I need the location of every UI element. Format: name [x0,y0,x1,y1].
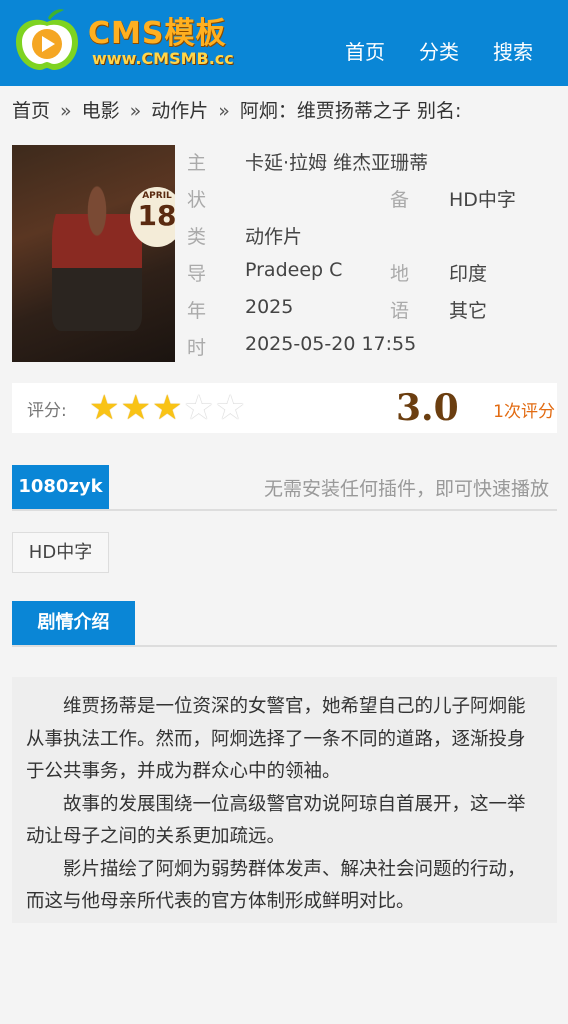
plot-heading: 剧情介绍 [12,601,135,645]
nav-search[interactable]: 搜索 [493,36,533,65]
detail-region: 印度 [449,263,488,285]
detail-year: 2025 [245,296,294,318]
detail-director: Pradeep C [245,259,343,281]
detail-lang-key: 语 [390,300,410,322]
plot-text: 维贾扬蒂是一位资深的女警官，她希望自己的儿子阿炯能从事执法工作。然而，阿炯选择了… [12,677,557,923]
detail-type-key: 类 [187,226,207,248]
detail-status-key: 状 [187,189,207,211]
rating-label: 评分: [27,401,67,421]
rating-count: 1次评分 [493,402,555,422]
breadcrumb-separator: » [218,100,230,122]
breadcrumb-home[interactable]: 首页 [12,100,50,122]
star-icon[interactable]: ★ [215,391,245,425]
star-icon[interactable]: ★ [183,391,213,425]
main-nav: 首页 分类 搜索 [345,36,568,65]
rating-score: 3.0 [396,387,459,429]
star-icon[interactable]: ★ [120,391,150,425]
star-icon[interactable]: ★ [89,391,119,425]
breadcrumb-movie[interactable]: 电影 [82,100,120,122]
detail-region-key: 地 [390,263,410,285]
detail-time: 2025-05-20 17:55 [245,333,417,355]
detail-cast: 卡延·拉姆 维杰亚珊蒂 [245,152,429,174]
logo-url[interactable]: www.CMSMB.cc [92,49,234,68]
nav-home[interactable]: 首页 [345,36,385,65]
detail-director-row: 导 Pradeep C 地 印度 [187,259,557,296]
site-header: CMS模板 www.CMSMB.cc 首页 分类 搜索 [0,0,568,86]
star-icon[interactable]: ★ [152,391,182,425]
source-note: 无需安装任何插件，即可快速播放 [263,478,549,500]
rating-stars[interactable]: ★ ★ ★ ★ ★ [89,391,246,425]
detail-cast-row: 主 卡延·拉姆 维杰亚珊蒂 [187,148,557,185]
detail-type-row: 类 动作片 [187,222,557,259]
source-tabbar: 1080zyk 无需安装任何插件，即可快速播放 [12,465,557,511]
breadcrumb-current: 阿炯：维贾扬蒂之子 别名: [239,100,462,122]
detail-year-row: 年 2025 语 其它 [187,296,557,333]
poster-day: 18 [137,199,175,232]
detail-lang: 其它 [449,300,488,322]
plot-paragraph: 故事的发展围绕一位高级警官劝说阿琼自首展开，这一举动让母子之间的关系更加疏远。 [26,793,526,848]
breadcrumb-action[interactable]: 动作片 [151,100,208,122]
breadcrumb-separator: » [60,100,72,122]
detail-director-key: 导 [187,263,207,285]
episode-button[interactable]: HD中字 [12,532,109,573]
movie-poster[interactable]: APRIL 18 [12,145,175,362]
breadcrumb: 首页 » 电影 » 动作片 » 阿炯：维贾扬蒂之子 别名: [12,96,461,123]
breadcrumb-separator: » [129,100,142,122]
plot-section-bar: 剧情介绍 [12,601,557,647]
detail-type[interactable]: 动作片 [245,222,302,249]
nav-category[interactable]: 分类 [419,36,459,65]
detail-status-row: 状 备 HD中字 [187,185,557,222]
detail-time-row: 时 2025-05-20 17:55 [187,333,557,370]
poster-release-badge: APRIL 18 [130,187,175,247]
logo-title[interactable]: CMS模板 [88,8,226,52]
plot-paragraph: 维贾扬蒂是一位资深的女警官，她希望自己的儿子阿炯能从事执法工作。然而，阿炯选择了… [26,696,526,782]
detail-year-key: 年 [187,300,207,322]
logo-apple-play-icon[interactable] [12,8,82,72]
poster-figure [52,181,142,331]
detail-cast-key: 主 [187,152,207,174]
detail-note-key: 备 [390,189,410,211]
plot-paragraph: 影片描绘了阿炯为弱势群体发声、解决社会问题的行动，而这与他母亲所代表的官方体制形… [26,858,526,913]
detail-time-key: 时 [187,337,207,359]
rating-panel: 评分: ★ ★ ★ ★ ★ 3.0 1次评分 [12,383,557,433]
detail-note: HD中字 [449,189,516,211]
source-tab-1080zyk[interactable]: 1080zyk [12,465,109,509]
